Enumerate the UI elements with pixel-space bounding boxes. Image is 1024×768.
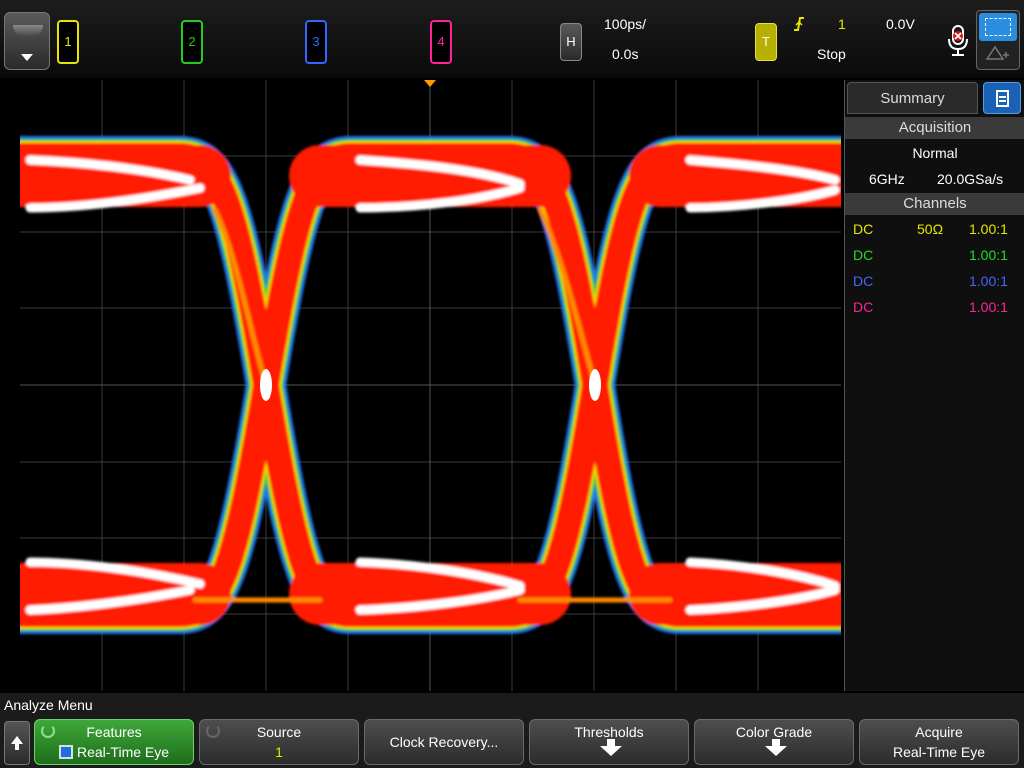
microphone-muted-icon[interactable] <box>946 24 970 58</box>
arrow-down-icon <box>600 739 622 756</box>
features-value: Real-Time Eye <box>35 744 193 760</box>
bandwidth: 6GHz <box>869 171 905 187</box>
marker-icon[interactable] <box>979 43 1017 67</box>
main-menu-button[interactable] <box>4 12 50 70</box>
top-status-bar: 1 2 3 4 H 100ps/ 0.0s T 1 0.0V Stop <box>0 0 1024 78</box>
trigger-button[interactable]: T <box>755 23 777 61</box>
summary-side-panel: Summary Acquisition Normal 6GHz 20.0GSa/… <box>844 80 1024 691</box>
channel-2-summary: DC 1.00:1 <box>853 247 1008 263</box>
acquisition-mode: Normal <box>912 145 958 161</box>
waveform-display[interactable] <box>20 80 841 691</box>
channel-2-button[interactable]: 2 <box>181 20 203 64</box>
trigger-source: 1 <box>838 16 846 32</box>
menu-title: Analyze Menu <box>4 697 93 713</box>
acquisition-header: Acquisition <box>845 117 1024 139</box>
horizontal-button[interactable]: H <box>560 23 582 61</box>
channels-header: Channels <box>845 193 1024 215</box>
channel-1-button[interactable]: 1 <box>57 20 79 64</box>
crossing-point <box>260 369 272 401</box>
rising-edge-icon <box>794 17 804 31</box>
timebase-scale: 100ps/ <box>604 16 647 32</box>
chevron-down-icon <box>21 54 33 61</box>
source-value: 1 <box>275 744 283 760</box>
eye-diagram <box>20 80 841 691</box>
acquire-value: Real-Time Eye <box>892 744 986 760</box>
touch-select-button[interactable] <box>976 10 1020 70</box>
document-icon[interactable] <box>983 82 1021 114</box>
thresholds-softkey[interactable]: Thresholds <box>529 719 689 765</box>
color-grade-label: Color Grade <box>735 724 813 740</box>
sample-rate: 20.0GSa/s <box>937 171 1004 187</box>
arrow-up-icon <box>11 736 23 744</box>
features-label: Features <box>86 724 142 740</box>
clock-recovery-softkey[interactable]: Clock Recovery... <box>364 719 524 765</box>
channel-3-button[interactable]: 3 <box>305 20 327 64</box>
checkbox-icon <box>58 745 73 759</box>
acquire-softkey[interactable]: Acquire Real-Time Eye <box>859 719 1019 765</box>
channel-4-summary: DC 1.00:1 <box>853 299 1008 315</box>
zoom-box-icon[interactable] <box>979 13 1017 41</box>
color-grade-softkey[interactable]: Color Grade <box>694 719 854 765</box>
channel-3-summary: DC 1.00:1 <box>853 273 1008 289</box>
acquisition-state: Stop <box>817 46 846 62</box>
timebase-position: 0.0s <box>612 46 639 62</box>
source-softkey[interactable]: Source 1 <box>199 719 359 765</box>
analyze-menu-bar: Analyze Menu Features Real-Time Eye Sour… <box>0 693 1024 768</box>
crossing-point <box>589 369 601 401</box>
menu-up-button[interactable] <box>4 721 30 765</box>
features-softkey[interactable]: Features Real-Time Eye <box>34 719 194 765</box>
summary-tab[interactable]: Summary <box>847 82 978 114</box>
thresholds-label: Thresholds <box>574 724 644 740</box>
arrow-down-icon <box>765 739 787 756</box>
clock-recovery-label: Clock Recovery... <box>389 734 499 750</box>
menu-handle-icon <box>13 25 43 37</box>
acquisition-rates: 6GHz 20.0GSa/s <box>845 167 1024 191</box>
channel-1-summary: DC 50Ω 1.00:1 <box>853 221 1008 237</box>
channel-4-button[interactable]: 4 <box>430 20 452 64</box>
trigger-level: 0.0V <box>886 16 915 32</box>
acquire-label: Acquire <box>915 724 963 740</box>
source-label: Source <box>256 724 302 740</box>
trigger-position-marker <box>424 80 436 87</box>
